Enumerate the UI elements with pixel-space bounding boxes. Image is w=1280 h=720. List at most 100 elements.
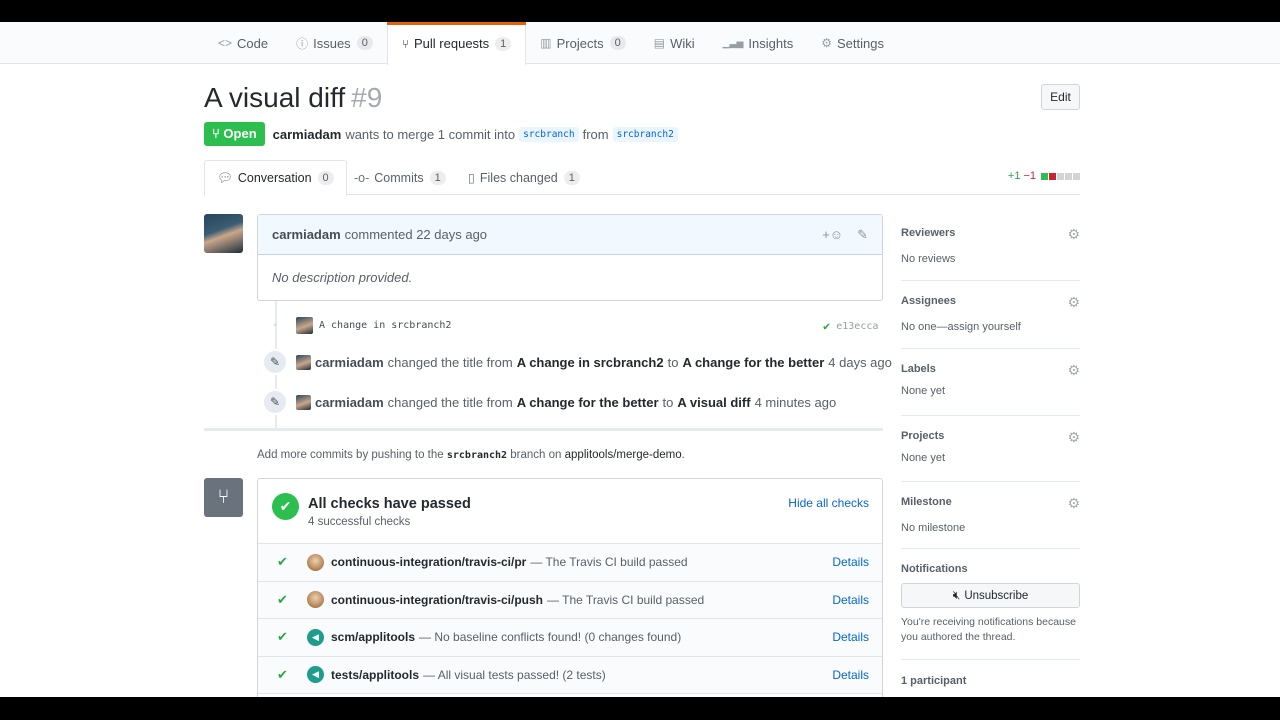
base-branch[interactable]: srcbranch xyxy=(519,126,579,142)
event-author-link[interactable]: carmiadam xyxy=(315,395,384,410)
push-note-prefix: Add more commits by pushing to the xyxy=(257,449,444,461)
diffstat-block-neutral xyxy=(1057,172,1064,180)
commit-icon: ◦ xyxy=(273,320,277,331)
pr-author-link[interactable]: carmiadam xyxy=(273,127,342,142)
check-details-link[interactable]: Details xyxy=(832,593,869,607)
check-name: scm/applitools xyxy=(331,630,416,645)
nav-counter: 0 xyxy=(609,36,626,50)
nav-label: Issues xyxy=(313,35,351,51)
tab-conversation[interactable]: 💬︎ Conversation 0 xyxy=(204,160,347,196)
commit-sha-link[interactable]: e13ecca xyxy=(836,321,878,332)
tab-label: Conversation xyxy=(237,171,312,185)
sidebar-milestone: Milestone ⚙ No milestone xyxy=(901,482,1080,549)
diffstat-deletions: −1 xyxy=(1023,170,1036,182)
check-details-link[interactable]: Details xyxy=(832,668,869,682)
push-note-repo-link[interactable]: applitools/merge-demo xyxy=(565,449,682,461)
check-row: ✔ ◀ tests/applitools — All visual tests … xyxy=(258,656,882,694)
head-branch[interactable]: srcbranch2 xyxy=(612,126,678,142)
sidebar-value: No reviews xyxy=(901,253,956,265)
project-icon: ▥ xyxy=(540,36,552,50)
gear-icon[interactable]: ⚙ xyxy=(1067,362,1080,379)
gear-icon[interactable]: ⚙ xyxy=(1067,495,1080,512)
commit-message-link[interactable]: A change in srcbranch2 xyxy=(319,320,451,331)
nav-wiki[interactable]: ▤ Wiki xyxy=(640,22,709,64)
pencil-icon[interactable]: ✎ xyxy=(857,227,868,243)
gear-icon[interactable]: ⚙ xyxy=(1067,226,1080,243)
checks-header: ✔ All checks have passed 4 successful ch… xyxy=(258,479,882,544)
sidebar-heading: Assignees xyxy=(901,295,957,307)
sidebar-heading: Labels xyxy=(901,363,936,375)
check-name: continuous-integration/travis-ci/push xyxy=(331,592,544,607)
sidebar-value: No milestone xyxy=(901,522,966,534)
comment-timestamp[interactable]: 22 days ago xyxy=(416,227,487,242)
nav-pull-requests[interactable]: ⑂ Pull requests 1 xyxy=(386,22,527,65)
tab-commits[interactable]: -o- Commits 1 xyxy=(342,160,458,195)
event-timestamp[interactable]: 4 minutes ago xyxy=(755,395,837,410)
check-row: ✔ ◀ scm/applitools — No baseline conflic… xyxy=(258,619,882,657)
push-note: Add more commits by pushing to the srcbr… xyxy=(257,449,685,461)
pull-request-icon: ⑂ xyxy=(401,36,410,51)
event-to-text: to xyxy=(662,394,674,410)
comment-author-link[interactable]: carmiadam xyxy=(272,227,341,242)
pr-title: A visual diff #9 xyxy=(204,82,382,114)
assign-yourself-link[interactable]: No one—assign yourself xyxy=(901,321,1080,333)
check-icon[interactable]: ✔ xyxy=(823,319,830,333)
event-timestamp[interactable]: 4 days ago xyxy=(828,355,892,370)
check-icon: ✔ xyxy=(277,554,288,570)
tab-files-changed[interactable]: ▯ Files changed 1 xyxy=(456,160,592,195)
unsubscribe-label: Unsubscribe xyxy=(964,589,1029,602)
check-name: tests/applitools xyxy=(331,667,420,682)
applitools-icon: ◀ xyxy=(307,628,324,646)
nav-label: Settings xyxy=(836,35,884,51)
gear-icon: ⚙ xyxy=(821,36,832,50)
event-old-title: A change for the better xyxy=(516,394,659,410)
merge-text: wants to merge 1 commit into xyxy=(345,126,516,142)
state-badge: ⑂ Open xyxy=(204,122,265,146)
unsubscribe-button[interactable]: 🔇︎ Unsubscribe xyxy=(901,583,1080,608)
nav-insights[interactable]: ▁▃▅ Insights xyxy=(709,22,808,64)
add-reaction-icon[interactable]: +☺ xyxy=(822,227,843,243)
avatar[interactable] xyxy=(204,214,243,253)
github-pr-page: <> Code ⓘ Issues 0 ⑂ Pull requests 1 ▥ P… xyxy=(0,22,1280,697)
check-description: — All visual tests passed! (2 tests) xyxy=(423,667,606,682)
pencil-icon: ✎ xyxy=(262,389,288,415)
gear-icon[interactable]: ⚙ xyxy=(1067,429,1080,446)
from-text: from xyxy=(582,126,609,142)
avatar[interactable] xyxy=(296,317,313,334)
nav-label: Code xyxy=(237,35,269,51)
check-row: ✔ continuous-integration/travis-ci/pr — … xyxy=(258,544,882,582)
push-note-suffix: . xyxy=(681,449,685,461)
participants-count: 1 participant xyxy=(901,675,967,687)
nav-code[interactable]: <> Code xyxy=(204,22,282,64)
avatar[interactable] xyxy=(296,354,311,370)
comment-body: No description provided. xyxy=(272,270,413,285)
nav-label: Projects xyxy=(556,35,604,51)
avatar[interactable] xyxy=(296,394,311,410)
diffstat-block-deleted xyxy=(1049,172,1056,180)
pr-description-comment: carmiadam commented 22 days ago +☺ ✎ No … xyxy=(257,214,883,301)
comment-header: carmiadam commented 22 days ago +☺ ✎ xyxy=(258,215,882,255)
code-icon: <> xyxy=(218,36,233,50)
nav-issues[interactable]: ⓘ Issues 0 xyxy=(282,22,387,64)
event-to-text: to xyxy=(667,354,679,370)
event-new-title: A change for the better xyxy=(682,354,825,370)
nav-settings[interactable]: ⚙ Settings xyxy=(807,22,898,64)
commit-icon: -o- xyxy=(354,170,370,185)
checks-subtitle: 4 successful checks xyxy=(308,516,411,528)
hide-all-checks-link[interactable]: Hide all checks xyxy=(788,496,869,510)
gear-icon[interactable]: ⚙ xyxy=(1067,294,1080,311)
nav-projects[interactable]: ▥ Projects 0 xyxy=(526,22,639,64)
diffstat-block-neutral xyxy=(1073,172,1080,180)
edit-button[interactable]: Edit xyxy=(1041,84,1080,110)
event-author-link[interactable]: carmiadam xyxy=(315,355,384,370)
pull-request-icon: ⑂ xyxy=(212,126,224,141)
check-details-link[interactable]: Details xyxy=(832,555,869,569)
nav-counter: 1 xyxy=(495,36,512,51)
diffstat-additions: +1 xyxy=(1007,170,1021,182)
pr-tabs: 💬︎ Conversation 0 -o- Commits 1 ▯ Files … xyxy=(204,160,1080,196)
check-details-link[interactable]: Details xyxy=(832,630,869,644)
pr-sidebar: Reviewers ⚙ No reviews Assignees ⚙ No on… xyxy=(901,214,1080,687)
sidebar-participants: 1 participant xyxy=(901,660,1080,687)
tab-counter: 1 xyxy=(563,170,580,185)
timeline-event: ✎ carmiadam changed the title from A cha… xyxy=(262,389,836,415)
